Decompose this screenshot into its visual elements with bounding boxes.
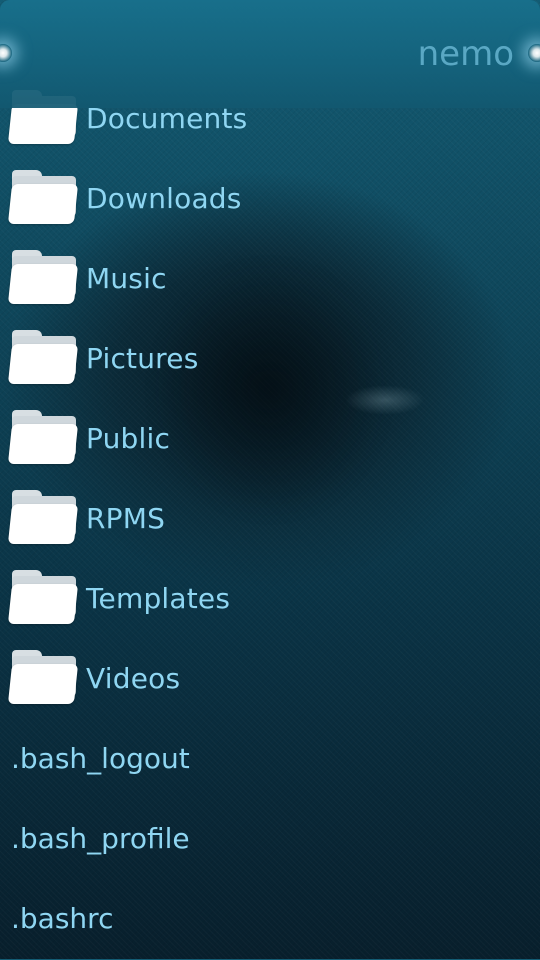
folder-label: Templates [86,582,231,615]
list-item-file[interactable]: .bashrc [0,880,540,960]
folder-label: Pictures [86,342,199,375]
list-item-folder[interactable]: Music [0,240,540,320]
folder-label: Music [86,262,167,295]
file-list: Documents Downloads Music Pictures Publi… [0,80,540,960]
list-item-folder[interactable]: Pictures [0,320,540,400]
folder-icon [7,648,79,706]
folder-label: Downloads [86,182,242,215]
folder-icon [7,488,79,546]
list-item-file[interactable]: .bash_logout [0,720,540,800]
folder-icon [7,328,79,386]
page-header: nemo [0,0,540,108]
folder-label: Public [86,422,171,455]
folder-icon [7,168,79,226]
file-label: .bash_logout [11,742,190,775]
file-label: .bashrc [11,902,114,935]
folder-label: RPMS [86,502,166,535]
list-item-folder[interactable]: Downloads [0,160,540,240]
list-item-folder[interactable]: Templates [0,560,540,640]
pulley-indicator-right-icon [528,44,540,62]
folder-icon [7,408,79,466]
list-item-folder[interactable]: RPMS [0,480,540,560]
folder-label: Videos [86,662,181,695]
folder-icon [7,568,79,626]
file-label: .bash_profile [11,822,190,855]
list-item-file[interactable]: .bash_profile [0,800,540,880]
list-item-folder[interactable]: Videos [0,640,540,720]
page-title: nemo [417,34,514,74]
folder-icon [7,248,79,306]
list-item-folder[interactable]: Public [0,400,540,480]
